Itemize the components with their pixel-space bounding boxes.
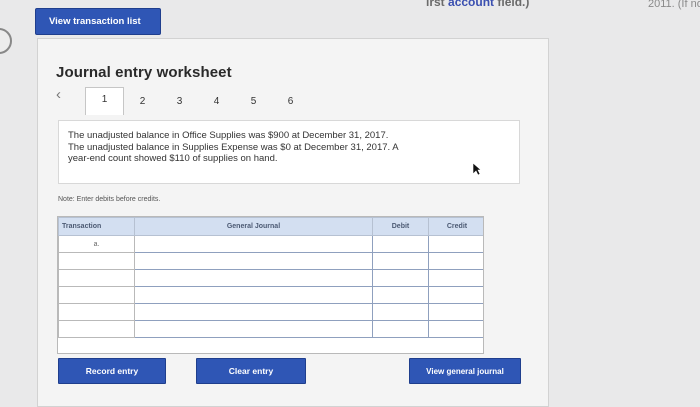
- transaction-cell: [58, 252, 135, 270]
- tab-1[interactable]: 1: [85, 87, 124, 115]
- entry-tabs: 1 2 3 4 5 6: [85, 87, 309, 115]
- record-entry-button[interactable]: Record entry: [58, 358, 166, 384]
- mouse-pointer-icon: [472, 162, 482, 179]
- transaction-cell: [58, 286, 135, 304]
- table-row: [58, 269, 483, 287]
- header-debit: Debit: [372, 217, 429, 236]
- credit-input[interactable]: [428, 235, 483, 253]
- header-transaction: Transaction: [58, 217, 135, 236]
- account-input[interactable]: [134, 303, 373, 321]
- tab-4[interactable]: 4: [198, 96, 235, 107]
- header-credit: Credit: [428, 217, 483, 236]
- circle-icon: [0, 28, 12, 54]
- tab-3[interactable]: 3: [161, 96, 198, 107]
- worksheet-title: Journal entry worksheet: [56, 64, 232, 81]
- account-input[interactable]: [134, 286, 373, 304]
- transaction-cell: [58, 320, 135, 338]
- header-general-journal: General Journal: [134, 217, 373, 236]
- account-input[interactable]: [134, 269, 373, 287]
- credit-input[interactable]: [428, 252, 483, 270]
- instruction-fragment-2: field.): [494, 0, 530, 9]
- view-transaction-list-button[interactable]: View transaction list: [35, 8, 161, 35]
- tab-5[interactable]: 5: [235, 96, 272, 107]
- note-text: Note: Enter debits before credits.: [58, 196, 161, 203]
- journal-table: Transaction General Journal Debit Credit…: [57, 216, 484, 354]
- table-row: a.: [58, 235, 483, 253]
- view-general-journal-button[interactable]: View general journal: [409, 358, 521, 384]
- instruction-fragment-1: irst: [426, 0, 449, 9]
- debit-input[interactable]: [372, 269, 429, 287]
- credit-input[interactable]: [428, 286, 483, 304]
- transaction-info-box: The unadjusted balance in Office Supplie…: [58, 120, 520, 184]
- credit-input[interactable]: [428, 269, 483, 287]
- account-input[interactable]: [134, 252, 373, 270]
- account-input[interactable]: [134, 235, 373, 253]
- debit-input[interactable]: [372, 252, 429, 270]
- debit-input[interactable]: [372, 303, 429, 321]
- table-header-row: Transaction General Journal Debit Credit: [58, 217, 483, 236]
- transaction-cell: a.: [58, 235, 135, 253]
- tab-6[interactable]: 6: [272, 96, 309, 107]
- instruction-fragment-blue: account: [448, 0, 495, 9]
- top-instruction-text: irst account field.): [426, 0, 529, 9]
- table-row: [58, 320, 483, 338]
- credit-input[interactable]: [428, 320, 483, 338]
- info-line-3: year-end count showed $110 of supplies o…: [68, 153, 278, 164]
- credit-input[interactable]: [428, 303, 483, 321]
- debit-input[interactable]: [372, 286, 429, 304]
- debit-input[interactable]: [372, 320, 429, 338]
- clear-entry-button[interactable]: Clear entry: [196, 358, 306, 384]
- table-row: [58, 252, 483, 270]
- debit-input[interactable]: [372, 235, 429, 253]
- info-line-2: The unadjusted balance in Supplies Expen…: [68, 141, 399, 153]
- chevron-left-icon[interactable]: ‹: [56, 86, 61, 103]
- transaction-cell: [58, 303, 135, 321]
- table-row: [58, 286, 483, 304]
- tab-2[interactable]: 2: [124, 96, 161, 107]
- account-input[interactable]: [134, 320, 373, 338]
- info-line-1: The unadjusted balance in Office Supplie…: [68, 130, 389, 141]
- right-clipped-text: 2011. (If no: [648, 0, 700, 10]
- table-row: [58, 303, 483, 321]
- transaction-cell: [58, 269, 135, 287]
